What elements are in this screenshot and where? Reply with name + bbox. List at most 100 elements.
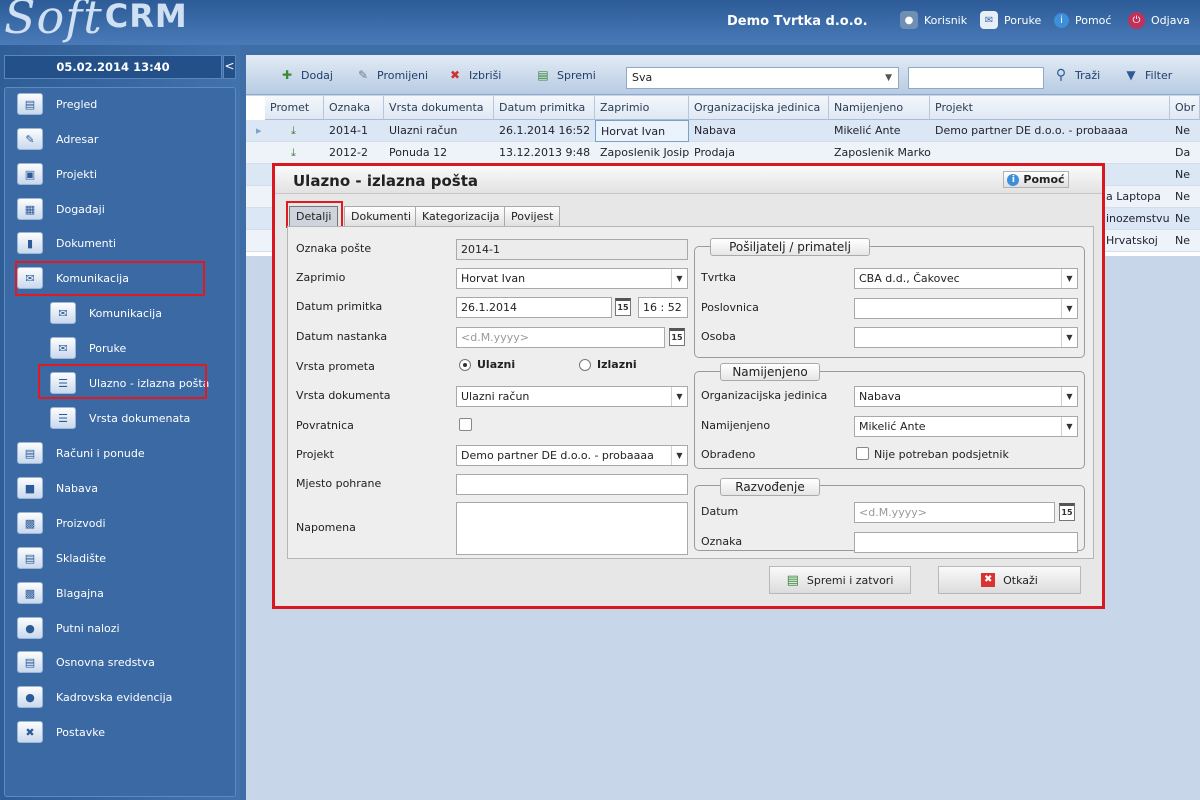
column-header[interactable]: Zaprimio — [595, 96, 689, 120]
zaprimio-label: Zaprimio — [296, 271, 346, 284]
column-header[interactable]: Projekt — [930, 96, 1170, 120]
add-button[interactable]: ✚ Dodaj — [278, 65, 333, 85]
sidebar-item-dokumenti[interactable]: ▮ Dokumenti — [17, 230, 116, 256]
sidebar-item-label: Poruke — [89, 341, 127, 355]
details-panel: Oznaka pošte 2014-1 Zaprimio Horvat Ivan… — [287, 226, 1094, 559]
napomena-textarea[interactable] — [456, 502, 688, 555]
app-logo: SoftCRM — [4, 0, 188, 44]
sidebar-subitem-vrsta-dokumenata[interactable]: ☰ Vrsta dokumenata — [50, 405, 190, 431]
sidebar-item-adresar[interactable]: ✎ Adresar — [17, 126, 98, 152]
izlazni-radio[interactable] — [579, 359, 591, 371]
help-button[interactable]: i Pomoć — [1050, 8, 1117, 32]
sidebar-item-nabava[interactable]: ■ Nabava — [17, 475, 98, 501]
warehouse-icon: ▤ — [17, 547, 43, 569]
sidebar-item-projekti[interactable]: ▣ Projekti — [17, 161, 97, 187]
save-button[interactable]: ▤ Spremi — [534, 65, 595, 85]
osoba-select[interactable]: ▼ — [854, 327, 1078, 348]
sidebar-item-osnovna-sredstva[interactable]: ▤ Osnovna sredstva — [17, 649, 155, 675]
sidebar-subitem-komunikacija[interactable]: ✉ Komunikacija — [50, 300, 162, 326]
user-label: Korisnik — [924, 13, 968, 27]
namijenjeno-select[interactable]: Mikelić Ante ▼ — [854, 416, 1078, 437]
column-header[interactable]: Oznaka — [324, 96, 384, 120]
poslovnica-select[interactable]: ▼ — [854, 298, 1078, 319]
column-header[interactable]: Namijenjeno — [829, 96, 930, 120]
filter-button[interactable]: ▼ Filter — [1122, 65, 1172, 85]
column-header[interactable]: Vrsta dokumenta — [384, 96, 494, 120]
razvodenje-datum-field[interactable]: <d.M.yyyy> — [854, 502, 1055, 523]
sidebar-item-kadrovska-evidencija[interactable]: ● Kadrovska evidencija — [17, 684, 172, 710]
edit-button[interactable]: ✎ Promijeni — [354, 65, 428, 85]
cell: 2012-2 — [329, 146, 368, 159]
sidebar-item-proizvodi[interactable]: ▩ Proizvodi — [17, 510, 106, 536]
org-jedinica-label: Organizacijska jedinica — [701, 389, 828, 402]
oznaka-field[interactable]: 2014-1 — [456, 239, 688, 260]
razvodenje-oznaka-field[interactable] — [854, 532, 1078, 553]
search-input[interactable] — [908, 67, 1044, 89]
column-header[interactable]: Obr — [1170, 96, 1200, 120]
delete-button[interactable]: ✖ Izbriši — [446, 65, 501, 85]
dialog-help-button[interactable]: i Pomoć — [1003, 171, 1069, 188]
collapse-sidebar-button[interactable]: < — [223, 55, 236, 79]
cell: Mikelić Ante — [834, 124, 901, 137]
zaprimio-select[interactable]: Horvat Ivan ▼ — [456, 268, 688, 289]
chevron-down-icon: ▼ — [1061, 328, 1077, 347]
calendar-icon[interactable]: 15 — [615, 298, 631, 316]
dialog-header: Ulazno - izlazna pošta i Pomoć — [275, 166, 1102, 194]
sidebar-item-putni-nalozi[interactable]: ● Putni nalozi — [17, 615, 120, 641]
column-header[interactable]: Datum primitka — [494, 96, 595, 120]
projekt-select[interactable]: Demo partner DE d.o.o. - probaaaa ▼ — [456, 445, 688, 466]
chevron-down-icon: ▼ — [1061, 299, 1077, 318]
org-jedinica-select[interactable]: Nabava ▼ — [854, 386, 1078, 407]
save-and-close-button[interactable]: ▤ Spremi i zatvori — [769, 566, 911, 594]
cell: Ne — [1175, 234, 1190, 247]
user-icon: ● — [900, 11, 918, 29]
sidebar-item-skladiste[interactable]: ▤ Skladište — [17, 545, 106, 571]
datum-primitka-label: Datum primitka — [296, 300, 383, 313]
datum-nastanka-field[interactable]: <d.M.yyyy> — [456, 327, 665, 348]
datum-nastanka-label: Datum nastanka — [296, 330, 388, 343]
tab-povijest[interactable]: Povijest — [504, 206, 561, 227]
tab-dokumenti[interactable]: Dokumenti — [344, 206, 419, 227]
search-button[interactable]: ⚲ Traži — [1052, 65, 1100, 85]
purchasing-icon: ■ — [17, 477, 43, 499]
calendar-icon[interactable]: 15 — [669, 328, 685, 346]
vrijeme-field[interactable]: 16 : 52 — [638, 297, 688, 318]
messages-button[interactable]: ✉ Poruke — [976, 8, 1047, 32]
table-row[interactable]: ⤓ 2012-2 Ponuda 12 13.12.2013 9:48 Zapos… — [246, 142, 1200, 164]
incoming-icon: ⤓ — [291, 124, 296, 137]
sidebar-item-label: Adresar — [56, 132, 99, 146]
ulazni-radio[interactable] — [459, 359, 471, 371]
products-icon: ▩ — [17, 512, 43, 534]
tab-kategorizacija[interactable]: Kategorizacija — [415, 206, 507, 227]
sidebar-item-postavke[interactable]: ✖ Postavke — [17, 719, 105, 745]
vrsta-dokumenta-select[interactable]: Ulazni račun ▼ — [456, 386, 688, 407]
save-icon: ▤ — [537, 68, 549, 82]
table-row[interactable]: ▸ ⤓ 2014-1 Ulazni račun 26.1.2014 16:52 … — [246, 120, 1200, 142]
save-icon: ▤ — [786, 572, 799, 588]
sidebar-subitem-poruke[interactable]: ✉ Poruke — [50, 335, 126, 361]
cancel-button[interactable]: ✖ Otkaži — [938, 566, 1081, 594]
datum-primitka-field[interactable]: 26.1.2014 — [456, 297, 612, 318]
tvrtka-select[interactable]: CBA d.d., Čakovec ▼ — [854, 268, 1078, 289]
column-header[interactable]: Promet — [265, 96, 324, 120]
cell: Zaposlenik Josip — [600, 146, 690, 159]
sidebar-item-label: Osnovna sredstva — [56, 655, 155, 669]
podsjetnik-checkbox[interactable] — [856, 447, 869, 460]
chevron-down-icon: ▼ — [1061, 269, 1077, 288]
column-header[interactable]: Organizacijska jedinica — [689, 96, 829, 120]
vrsta-dokumenta-value: Ulazni račun — [461, 390, 530, 403]
sidebar-item-blagajna[interactable]: ▩ Blagajna — [17, 580, 104, 606]
highlight-komunikacija — [15, 261, 205, 296]
filter-select[interactable]: Sva ▼ — [626, 67, 899, 89]
sidebar-item-pregled[interactable]: ▤ Pregled — [17, 91, 97, 117]
razvodenje-oznaka-label: Oznaka — [701, 535, 743, 548]
mjesto-pohrane-field[interactable] — [456, 474, 688, 495]
razvodenje-datum-label: Datum — [701, 505, 739, 518]
povratnica-checkbox[interactable] — [459, 418, 472, 431]
overview-icon: ▤ — [17, 93, 43, 115]
sidebar-item-racuni-i-ponude[interactable]: ▤ Računi i ponude — [17, 440, 145, 466]
calendar-icon[interactable]: 15 — [1059, 503, 1075, 521]
sidebar-item-dogadaji[interactable]: ▦ Događaji — [17, 196, 105, 222]
user-button[interactable]: ● Korisnik — [896, 8, 973, 32]
logout-button[interactable]: ⏻ Odjava — [1124, 8, 1196, 32]
